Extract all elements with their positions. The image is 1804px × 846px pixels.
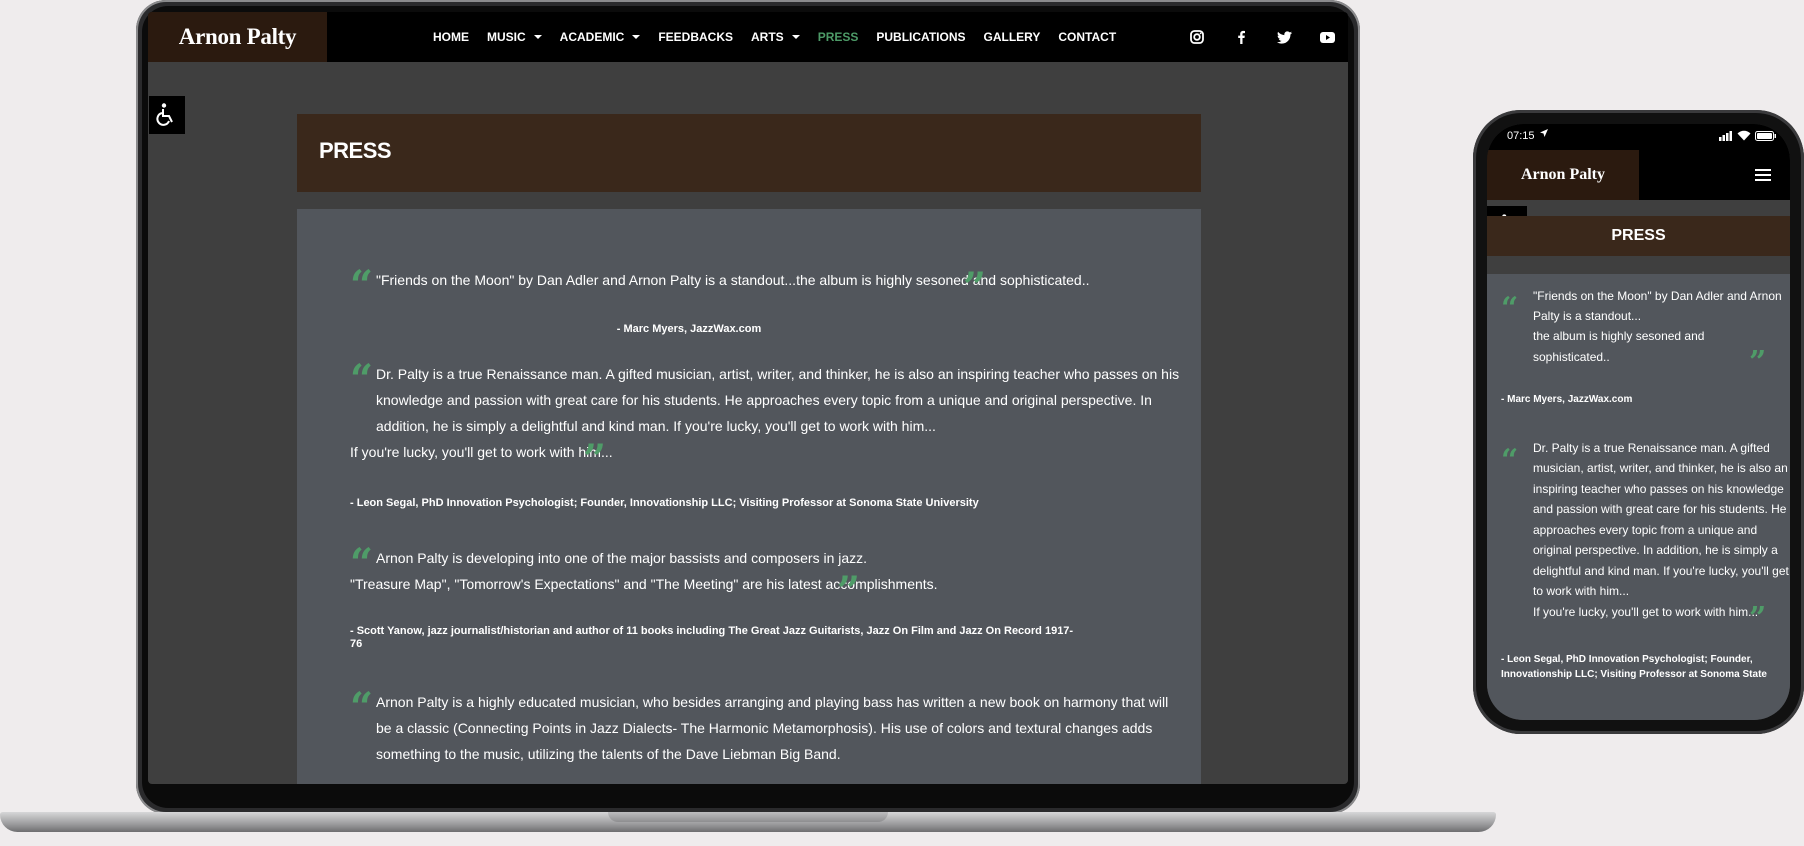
quote-attribution: - Leon Segal, PhD Innovation Psychologis… — [350, 497, 979, 509]
quote-text-line: be a classic (Connecting Points in Jazz … — [376, 720, 1153, 736]
quote-text-line: Palty is a standout... — [1533, 309, 1642, 323]
site-header: Arnon Palty HOME MUSIC ACADEMIC FEEDBACK… — [148, 12, 1348, 62]
quote-text-line: "Friends on the Moon" by Dan Adler and A… — [1533, 289, 1782, 303]
open-quote-icon: “ — [1501, 291, 1519, 326]
quote-attribution-line: Innovationship LLC; Visiting Professor a… — [1501, 669, 1767, 680]
quote-attribution-line: 76 — [350, 638, 363, 650]
quote-text-line: to work with him... — [1533, 584, 1630, 598]
wheelchair-icon — [156, 103, 173, 126]
quote-text-line: Dr. Palty is a true Renaissance man. A g… — [1533, 441, 1770, 455]
page-title: PRESS — [319, 138, 392, 163]
hamburger-menu-icon[interactable] — [1755, 168, 1771, 187]
location-icon — [1539, 128, 1549, 141]
chevron-down-icon — [791, 35, 800, 39]
youtube-icon[interactable] — [1318, 28, 1336, 46]
open-quote-icon: “ — [350, 262, 374, 309]
quote-attribution-line: - Scott Yanow, jazz journalist/historian… — [350, 625, 1074, 637]
nav-label: ARTS — [751, 30, 784, 44]
quote-text-line: approaches every topic from a unique and — [1533, 523, 1758, 537]
phone-screen: 07:15 Arnon Palty PRESS “ "Friends on th… — [1487, 124, 1790, 720]
quote-attribution: - Marc Myers, JazzWax.com — [616, 323, 762, 335]
quote-text-line: Dr. Palty is a true Renaissance man. A g… — [376, 366, 1180, 382]
quote-text-line: and passion with great care for his stud… — [1533, 502, 1787, 516]
quote-text-line: Arnon Palty is a highly educated musicia… — [376, 694, 1169, 710]
open-quote-icon: “ — [1501, 443, 1519, 478]
quote-text-line: something to the music, utilizing the ta… — [376, 746, 841, 762]
nav-label: CONTACT — [1058, 30, 1117, 44]
nav-music[interactable]: MUSIC — [478, 30, 551, 44]
quote-text-line: the album is highly sesoned and — [1533, 329, 1705, 343]
nav-label: PUBLICATIONS — [876, 30, 966, 44]
battery-icon — [1755, 131, 1777, 144]
close-quote-icon: ” — [1749, 601, 1767, 636]
nav-label: HOME — [433, 30, 469, 44]
close-quote-icon: ” — [963, 264, 987, 311]
open-quote-icon: “ — [350, 356, 374, 403]
quote-text-line: musician, artist, writer, and thinker, h… — [1533, 461, 1788, 475]
instagram-icon[interactable] — [1188, 28, 1206, 46]
quote-text-line: Arnon Palty is developing into one of th… — [376, 550, 868, 566]
quote-text-line: delightful and kind man. If you're lucky… — [1533, 564, 1789, 578]
quote-text-line: If you're lucky, you'll get to work with… — [1533, 605, 1759, 619]
quote-text-line: addition, he is simply a delightful and … — [376, 418, 936, 434]
nav-label: FEEDBACKS — [658, 30, 734, 44]
open-quote-icon: “ — [350, 684, 374, 731]
press-quotes-section: “ "Friends on the Moon" by Dan Adler and… — [297, 209, 1201, 784]
laptop-screen: Arnon Palty HOME MUSIC ACADEMIC FEEDBACK… — [148, 12, 1348, 784]
laptop-notch — [608, 812, 888, 822]
quote-attribution: - Marc Myers, JazzWax.com — [1501, 394, 1633, 405]
nav-arts[interactable]: ARTS — [742, 30, 809, 44]
close-quote-icon: ” — [583, 436, 607, 483]
nav-academic[interactable]: ACADEMIC — [551, 30, 650, 44]
main-nav: HOME MUSIC ACADEMIC FEEDBACKS ARTS PRESS… — [424, 12, 1125, 62]
page-title-bar: PRESS — [297, 114, 1201, 192]
twitter-icon[interactable] — [1275, 28, 1293, 46]
quote-text-line: knowledge and passion with great care fo… — [376, 392, 1152, 408]
quote-text-line: sophisticated.. — [1533, 350, 1610, 364]
chevron-down-icon — [632, 35, 641, 39]
site-logo[interactable]: Arnon Palty — [1487, 150, 1639, 200]
accessibility-button[interactable] — [149, 96, 185, 134]
signal-icon — [1719, 131, 1733, 144]
nav-label: MUSIC — [487, 30, 526, 44]
nav-label: GALLERY — [983, 30, 1041, 44]
quote-text-line: inspiring teacher who passes on his know… — [1533, 482, 1784, 496]
phone-notch — [1587, 124, 1715, 148]
status-time: 07:15 — [1507, 130, 1535, 142]
close-quote-icon: ” — [1749, 345, 1767, 380]
wifi-icon — [1737, 130, 1751, 144]
facebook-icon[interactable] — [1232, 28, 1250, 46]
nav-label: ACADEMIC — [559, 30, 625, 44]
nav-home[interactable]: HOME — [424, 30, 478, 44]
page-title: PRESS — [1487, 216, 1790, 256]
nav-press[interactable]: PRESS — [809, 30, 868, 44]
nav-contact[interactable]: CONTACT — [1049, 30, 1125, 44]
close-quote-icon: ” — [837, 568, 861, 615]
press-quotes-section: “ "Friends on the Moon" by Dan Adler and… — [1487, 274, 1790, 720]
quote-text-line: If you're lucky, you'll get to work with… — [350, 444, 613, 460]
nav-gallery[interactable]: GALLERY — [974, 30, 1049, 44]
chevron-down-icon — [533, 35, 542, 39]
quote-text-line: original perspective. In addition, he is… — [1533, 543, 1778, 557]
quote-attribution-line: - Leon Segal, PhD Innovation Psychologis… — [1501, 654, 1753, 665]
site-logo[interactable]: Arnon Palty — [148, 12, 327, 62]
mobile-header: Arnon Palty — [1487, 150, 1790, 200]
nav-publications[interactable]: PUBLICATIONS — [867, 30, 974, 44]
nav-label: PRESS — [817, 30, 859, 44]
nav-feedbacks[interactable]: FEEDBACKS — [649, 30, 742, 44]
